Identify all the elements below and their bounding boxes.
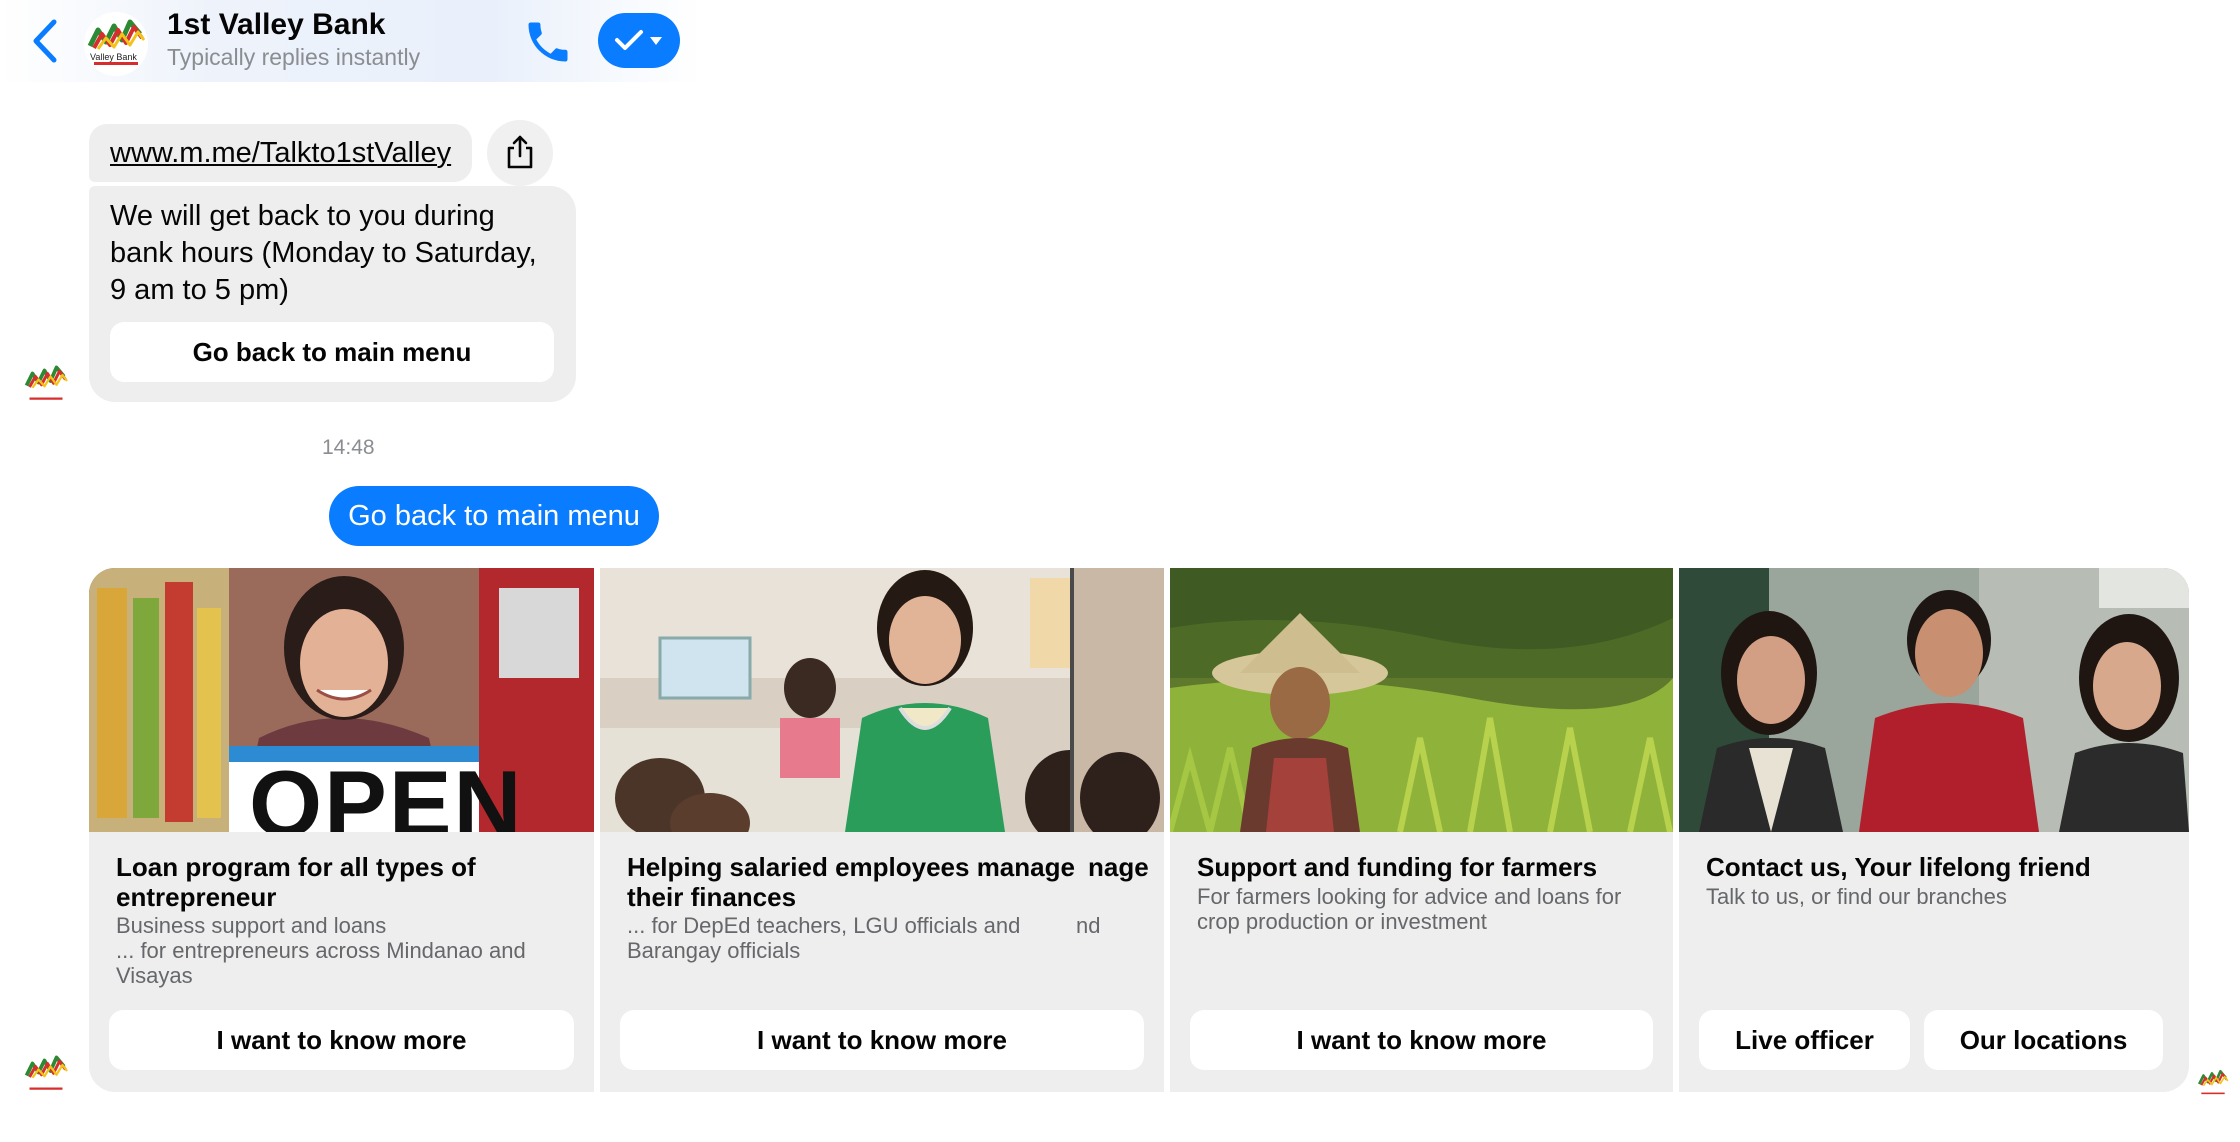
bank-hours-message: We will get back to you during bank hour… [89,186,576,402]
card-title: Contact us, Your lifelong friend [1706,852,2091,882]
card-farmers: Support and funding for farmers For farm… [1170,568,1673,1092]
outgoing-message: Go back to main menu [329,486,659,546]
our-locations-button[interactable]: Our locations [1924,1010,2163,1070]
card-subtitle-ghost: nd [1076,913,1101,938]
card-subtitle: Business support and loans [116,913,387,938]
card-subtitle: Talk to us, or find our branches [1706,884,2007,909]
share-icon [507,135,533,169]
page-title: 1st Valley Bank [167,8,386,41]
card-contact-us: Contact us, Your lifelong friend Talk to… [1679,568,2189,1092]
card-subtitle: ... for DepEd teachers, LGU officials an… [627,913,1021,963]
phone-icon [528,22,568,62]
go-back-main-menu-button[interactable]: Go back to main menu [110,322,554,382]
bank-hours-text: We will get back to you during bank hour… [110,200,537,306]
bank-logo-avatar[interactable]: Valley Bank [84,12,148,76]
share-button[interactable] [487,120,553,186]
reply-status: Typically replies instantly [167,44,421,70]
back-button[interactable] [24,16,68,66]
card-subtitle: For farmers looking for advice and loans… [1197,884,1622,934]
bank-logo-icon [22,1050,70,1098]
bot-avatar [22,1050,70,1098]
know-more-button[interactable]: I want to know more [109,1010,574,1070]
mark-done-button[interactable] [598,13,680,68]
link-message[interactable]: www.m.me/Talkto1stValley [89,124,473,182]
know-more-button[interactable]: I want to know more [1190,1010,1653,1070]
bot-avatar [22,360,70,408]
card-image-open-sign: OPEN [89,568,594,832]
message-timestamp: 14:48 [322,436,375,459]
card-salaried-employees: Helping salaried employees manage their … [600,568,1164,1092]
checkmark-icon [615,30,643,50]
card-image-staff [1679,568,2189,832]
chevron-left-icon [33,19,57,63]
card-title: Loan program for all types of entreprene… [116,852,476,912]
bank-logo-icon [22,360,70,408]
card-title: Helping salaried employees manage their … [627,852,1075,912]
card-image-teacher [600,568,1164,832]
card-subtitle-detail: ... for entrepreneurs across Mindanao an… [116,938,526,988]
logo-text: Valley Bank [90,52,137,62]
chat-header: Valley Bank 1st Valley Bank Typically re… [0,0,700,82]
know-more-button[interactable]: I want to know more [620,1010,1144,1070]
card-entrepreneur-loan: OPEN Loan program for all types of entre… [89,568,594,1092]
card-title: Support and funding for farmers [1197,852,1598,882]
link-text[interactable]: www.m.me/Talkto1stValley [110,137,451,170]
live-officer-button[interactable]: Live officer [1699,1010,1910,1070]
caret-down-icon [650,37,662,45]
card-image-farmer [1170,568,1673,832]
card-title-ghost: nage [1088,852,1149,882]
call-button[interactable] [522,16,574,68]
bank-logo-icon [2196,1066,2230,1100]
read-receipt-avatar [2196,1066,2230,1100]
open-sign-text: OPEN [249,751,524,832]
bank-logo-icon [84,12,148,76]
